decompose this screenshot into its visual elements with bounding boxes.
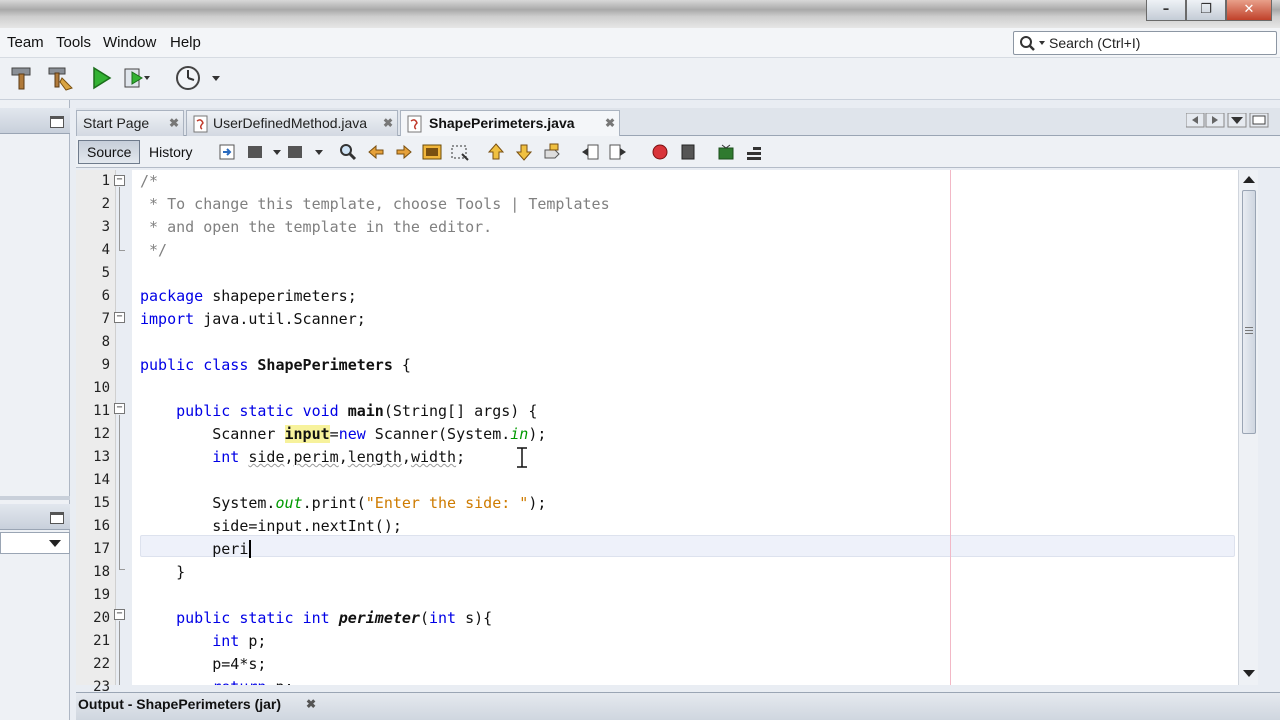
- close-tab-icon[interactable]: ✖: [383, 116, 393, 130]
- scrollbar-thumb[interactable]: [1242, 190, 1256, 434]
- build-hammer-icon[interactable]: [8, 64, 36, 92]
- search-icon: [1020, 36, 1045, 51]
- stop-macro-recording-icon[interactable]: [678, 142, 698, 162]
- profile-dropdown-icon[interactable]: [206, 64, 234, 92]
- fold-guide: [119, 415, 120, 569]
- maximize-icon[interactable]: ❐: [1186, 0, 1226, 21]
- output-tab[interactable]: Output - ShapePerimeters (jar): [78, 696, 281, 712]
- source-toggle-button[interactable]: Source: [78, 140, 141, 164]
- find-previous-icon[interactable]: [366, 142, 386, 162]
- projects-panel: [0, 100, 70, 720]
- output-panel-header: Output - ShapePerimeters (jar) ✖: [76, 692, 1280, 720]
- next-bookmark-icon[interactable]: [514, 142, 534, 162]
- find-icon[interactable]: [338, 142, 358, 162]
- editor-toolbar: Source History: [76, 136, 1280, 168]
- projects-panel-header: [0, 108, 70, 134]
- chevron-down-icon: [49, 540, 61, 547]
- search-input[interactable]: Search (Ctrl+I): [1013, 31, 1277, 55]
- tab-shapeperimeters[interactable]: ShapePerimeters.java ✖: [400, 110, 620, 137]
- menu-help[interactable]: Help: [170, 34, 201, 51]
- java-file-icon: [193, 115, 208, 133]
- toggle-rectangular-selection-icon[interactable]: [450, 142, 470, 162]
- fold-guide: [119, 621, 120, 685]
- toggle-highlight-search-icon[interactable]: [422, 142, 442, 162]
- vertical-scrollbar[interactable]: [1238, 170, 1258, 685]
- close-tab-icon[interactable]: ✖: [605, 116, 615, 130]
- close-tab-icon[interactable]: ✖: [169, 116, 179, 130]
- tab-navigation-controls: [1186, 113, 1269, 128]
- tab-label: ShapePerimeters.java: [429, 115, 575, 131]
- minimize-icon[interactable]: –: [1146, 0, 1186, 21]
- editor-tab-bar: Start Page ✖ UserDefinedMethod.java ✖ Sh…: [76, 108, 1280, 137]
- close-output-icon[interactable]: ✖: [306, 697, 316, 711]
- uncomment-icon[interactable]: [744, 142, 764, 162]
- navigator-select[interactable]: [0, 532, 70, 554]
- main-toolbar: [0, 58, 1280, 100]
- line-number-gutter: [76, 170, 116, 685]
- start-macro-recording-icon[interactable]: [650, 142, 670, 162]
- menu-bar: Team Tools Window Help Search (Ctrl+I): [0, 28, 1280, 58]
- run-icon[interactable]: [88, 64, 116, 92]
- forward-icon[interactable]: [286, 142, 306, 162]
- search-placeholder: Search (Ctrl+I): [1049, 35, 1141, 51]
- tab-userdefinedmethod[interactable]: UserDefinedMethod.java ✖: [186, 110, 398, 136]
- last-edit-icon[interactable]: [218, 142, 238, 162]
- history-toggle-button[interactable]: History: [140, 140, 202, 164]
- window-title-bar: – ❐ ✕: [0, 0, 1280, 28]
- debug-icon[interactable]: [122, 64, 150, 92]
- shift-right-icon[interactable]: [608, 142, 628, 162]
- menu-team[interactable]: Team: [7, 34, 44, 51]
- close-icon[interactable]: ✕: [1226, 0, 1272, 21]
- forward-dropdown-icon[interactable]: [310, 142, 330, 162]
- tab-label: UserDefinedMethod.java: [213, 115, 368, 131]
- code-editor[interactable]: [132, 170, 1238, 685]
- navigator-panel-header: [0, 504, 70, 530]
- current-line-highlight: [140, 535, 1235, 557]
- menu-tools[interactable]: Tools: [56, 34, 91, 51]
- profile-icon[interactable]: [174, 64, 202, 92]
- find-next-icon[interactable]: [394, 142, 414, 162]
- scroll-up-icon[interactable]: [1243, 176, 1255, 184]
- minimize-panel-icon[interactable]: [50, 116, 64, 128]
- right-margin-line: [950, 170, 951, 685]
- java-file-icon: [407, 115, 422, 133]
- minimize-navigator-icon[interactable]: [50, 512, 64, 524]
- back-icon[interactable]: [246, 142, 266, 162]
- toggle-bookmark-icon[interactable]: [542, 142, 562, 162]
- menu-window[interactable]: Window: [103, 34, 156, 51]
- panel-divider: [0, 496, 70, 500]
- fold-guide: [119, 187, 120, 251]
- shift-left-icon[interactable]: [580, 142, 600, 162]
- back-dropdown-icon[interactable]: [268, 142, 288, 162]
- fold-guide-end: [119, 250, 125, 251]
- clean-build-icon[interactable]: [46, 64, 74, 92]
- fold-guide-end: [119, 569, 125, 570]
- scroll-down-icon[interactable]: [1243, 670, 1255, 678]
- tab-label: Start Page: [83, 115, 150, 131]
- comment-icon[interactable]: [716, 142, 736, 162]
- tab-start-page[interactable]: Start Page ✖: [76, 110, 184, 136]
- previous-bookmark-icon[interactable]: [486, 142, 506, 162]
